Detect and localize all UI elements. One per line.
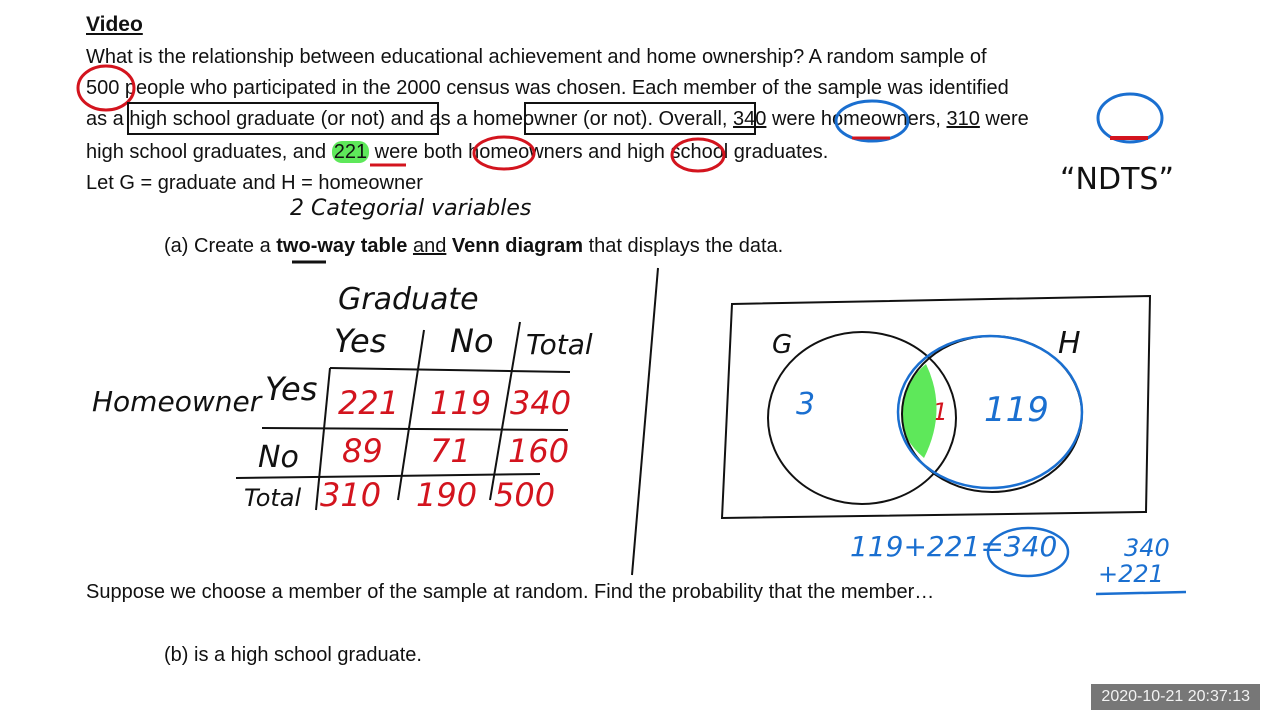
blue-circle-310 [1096,92,1164,144]
table-grid-line [397,329,425,501]
ink-overlay [76,64,1187,596]
blue-circle-sum [986,526,1070,578]
table-grid-line [329,367,571,373]
red-circle-500 [76,64,136,112]
table-grid-line [315,367,331,511]
blue-circle-340 [834,99,910,143]
video-timestamp: 2020-10-21 20:37:13 [1091,684,1260,710]
vertical-divider [631,267,659,576]
red-circle-and [670,137,726,173]
sum-underline [1095,590,1187,596]
box-graduate-phrase [127,102,439,135]
box-homeowner-phrase [524,102,756,135]
red-circle-both [472,135,536,171]
table-grid-line [261,427,569,431]
table-grid-line [489,321,521,501]
